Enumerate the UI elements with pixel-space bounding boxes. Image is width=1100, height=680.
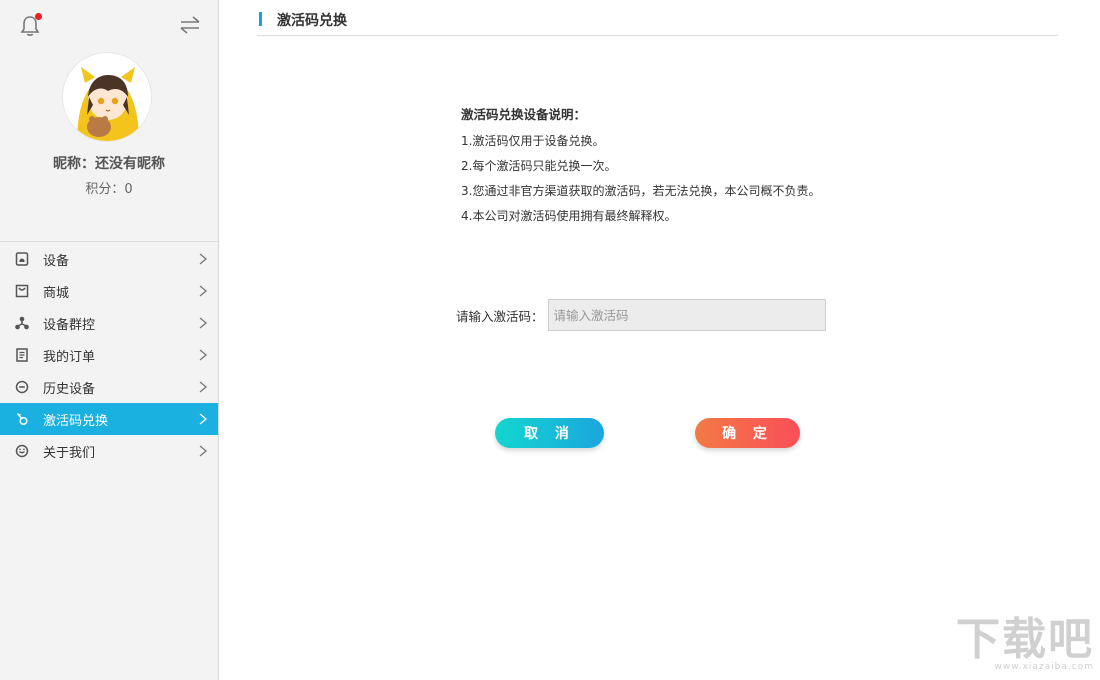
sidebar-item-shop[interactable]: 商城 xyxy=(0,275,218,307)
sidebar-item-label: 关于我们 xyxy=(43,442,95,461)
instruction-line: 1.激活码仅用于设备兑换。 xyxy=(461,132,881,149)
profile-panel: 昵称：还没有昵称 积分：0 xyxy=(0,0,218,242)
activation-icon xyxy=(15,412,29,426)
chevron-right-icon xyxy=(198,413,208,425)
orders-icon xyxy=(15,348,29,362)
activation-code-input[interactable] xyxy=(548,299,826,331)
notification-bell-icon[interactable] xyxy=(19,14,41,38)
page-title: 激活码兑换 xyxy=(277,10,347,30)
sidebar: 昵称：还没有昵称 积分：0 设备 商城 设备群控 xyxy=(0,0,219,680)
chevron-right-icon xyxy=(198,285,208,297)
watermark-text: 下载吧 xyxy=(956,618,1094,662)
sidebar-item-label: 商城 xyxy=(43,282,69,301)
sidebar-item-history[interactable]: 历史设备 xyxy=(0,371,218,403)
sidebar-item-label: 历史设备 xyxy=(43,378,95,397)
activation-code-row: 请输入激活码： xyxy=(456,299,826,331)
instruction-line: 4.本公司对激活码使用拥有最终解释权。 xyxy=(461,207,881,224)
sidebar-item-label: 设备群控 xyxy=(43,314,95,333)
device-icon xyxy=(15,252,29,266)
nickname: 昵称：还没有昵称 xyxy=(0,153,218,173)
chevron-right-icon xyxy=(198,381,208,393)
switch-account-icon[interactable] xyxy=(179,15,201,35)
title-accent-bar xyxy=(259,12,262,26)
avatar[interactable] xyxy=(62,52,152,142)
activation-code-label: 请输入激活码： xyxy=(456,306,544,325)
instruction-line: 3.您通过非官方渠道获取的激活码，若无法兑换，本公司概不负责。 xyxy=(461,182,881,199)
instructions: 激活码兑换设备说明： 1.激活码仅用于设备兑换。 2.每个激活码只能兑换一次。 … xyxy=(461,104,881,232)
page-header: 激活码兑换 xyxy=(257,0,1058,36)
watermark-logo: 下载吧 www.xiazaiba.com xyxy=(956,618,1094,672)
sidebar-item-activation[interactable]: 激活码兑换 xyxy=(0,403,218,435)
about-icon xyxy=(15,444,29,458)
avatar-illustration xyxy=(63,53,152,142)
sidebar-menu: 设备 商城 设备群控 我的订单 xyxy=(0,243,218,467)
instructions-heading: 激活码兑换设备说明： xyxy=(461,104,881,123)
chevron-right-icon xyxy=(198,349,208,361)
notification-dot xyxy=(35,13,42,20)
sidebar-item-group-control[interactable]: 设备群控 xyxy=(0,307,218,339)
sidebar-item-label: 我的订单 xyxy=(43,346,95,365)
sidebar-item-label: 设备 xyxy=(43,250,69,269)
shop-icon xyxy=(15,284,29,298)
sidebar-item-about[interactable]: 关于我们 xyxy=(0,435,218,467)
chevron-right-icon xyxy=(198,445,208,457)
sidebar-item-orders[interactable]: 我的订单 xyxy=(0,339,218,371)
points: 积分：0 xyxy=(0,178,218,197)
chevron-right-icon xyxy=(198,253,208,265)
group-control-icon xyxy=(15,316,29,330)
sidebar-item-label: 激活码兑换 xyxy=(43,410,108,429)
main-content: 激活码兑换 激活码兑换设备说明： 1.激活码仅用于设备兑换。 2.每个激活码只能… xyxy=(219,0,1100,680)
history-icon xyxy=(15,380,29,394)
cancel-button[interactable]: 取 消 xyxy=(495,418,604,448)
chevron-right-icon xyxy=(198,317,208,329)
sidebar-item-device[interactable]: 设备 xyxy=(0,243,218,275)
confirm-button[interactable]: 确 定 xyxy=(695,418,800,448)
instruction-line: 2.每个激活码只能兑换一次。 xyxy=(461,157,881,174)
